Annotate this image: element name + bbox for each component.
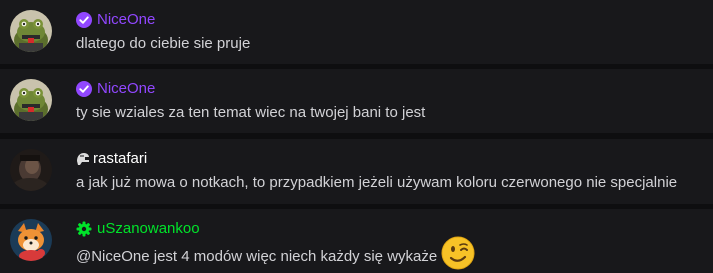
chat-message: NiceOne dlatego do ciebie sie pruje	[0, 0, 713, 64]
gear-badge-icon[interactable]	[76, 221, 92, 237]
avatar[interactable]	[10, 10, 52, 52]
verified-badge-icon[interactable]	[76, 81, 92, 97]
avatar[interactable]	[10, 219, 52, 261]
username[interactable]: rastafari	[93, 150, 147, 168]
message-header: uSzanowankoo	[76, 220, 200, 238]
username[interactable]: NiceOne	[97, 11, 155, 29]
message-text: ty sie wziales za ten temat wiec na twoj…	[76, 104, 426, 121]
username[interactable]: uSzanowankoo	[97, 220, 200, 238]
verified-badge-icon[interactable]	[76, 12, 92, 28]
message-text-content: @NiceOne jest 4 modów więc niech każdy s…	[76, 247, 438, 265]
avatar[interactable]	[10, 79, 52, 121]
chat-message: rastafari a jak już mowa o notkach, to p…	[0, 139, 713, 204]
message-text: @NiceOne jest 4 modów więc niech każdy s…	[76, 236, 475, 270]
winking-face-emoji	[441, 236, 475, 270]
message-text: dlatego do ciebie sie pruje	[76, 35, 251, 52]
helmet-icon[interactable]	[76, 152, 90, 166]
message-text: a jak już mowa o notkach, to przypadkiem…	[76, 174, 678, 191]
avatar[interactable]	[10, 149, 52, 191]
message-header: NiceOne	[76, 11, 155, 29]
chat-message: uSzanowankoo @NiceOne jest 4 modów więc …	[0, 209, 713, 273]
chat-message: NiceOne ty sie wziales za ten temat wiec…	[0, 69, 713, 133]
username[interactable]: NiceOne	[97, 80, 155, 98]
message-header: NiceOne	[76, 80, 155, 98]
message-header: rastafari	[76, 150, 147, 168]
chat-message-list: NiceOne dlatego do ciebie sie pruje Nice…	[0, 0, 713, 273]
